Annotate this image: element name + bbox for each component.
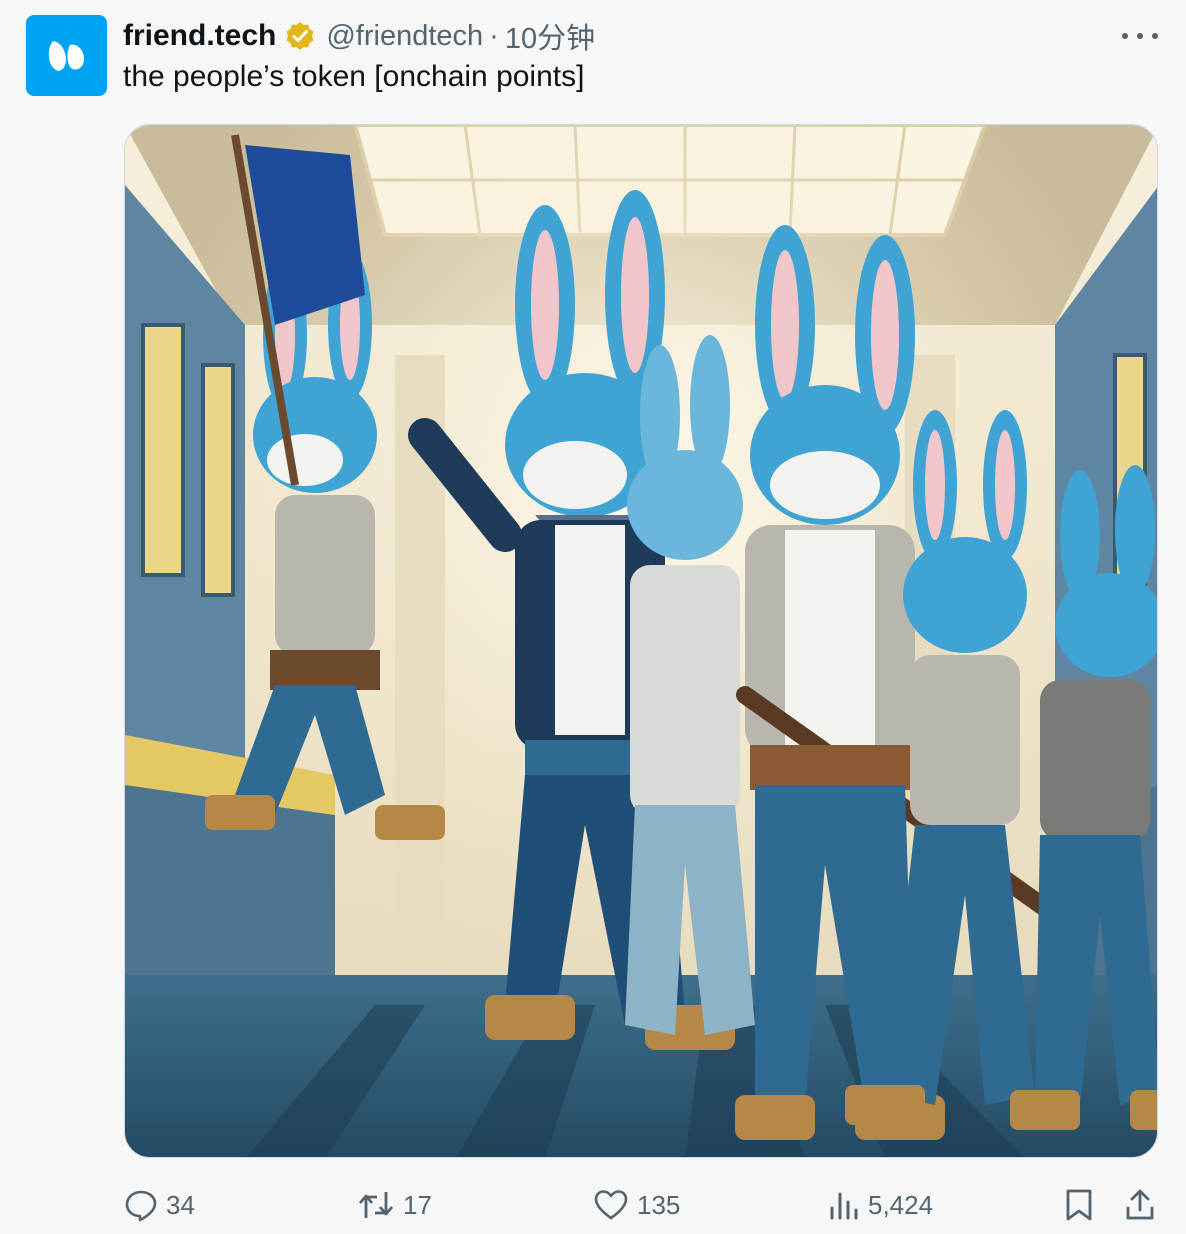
share-button[interactable] bbox=[1124, 1180, 1156, 1230]
heart-icon bbox=[594, 1190, 628, 1220]
tweet-image[interactable] bbox=[124, 124, 1158, 1158]
tweet-header: friend.tech @friendtech · 10分钟 bbox=[123, 16, 595, 56]
like-button[interactable]: 135 bbox=[593, 1180, 680, 1230]
view-count: 5,424 bbox=[868, 1189, 934, 1220]
tweet-timestamp[interactable]: 10分钟 bbox=[505, 15, 595, 57]
retweet-count: 17 bbox=[403, 1189, 432, 1220]
reply-button[interactable]: 34 bbox=[124, 1180, 195, 1230]
bookmark-icon bbox=[1066, 1189, 1092, 1221]
tweet-text: the people’s token [onchain points] bbox=[123, 60, 585, 93]
verified-badge-icon[interactable] bbox=[284, 20, 316, 52]
retweet-icon bbox=[358, 1192, 394, 1218]
reply-icon bbox=[125, 1190, 157, 1222]
tweet: friend.tech @friendtech · 10分钟 the peopl… bbox=[0, 0, 1186, 1234]
author-handle[interactable]: @friendtech bbox=[326, 20, 483, 53]
author-name[interactable]: friend.tech bbox=[123, 19, 276, 53]
retweet-button[interactable]: 17 bbox=[357, 1180, 432, 1230]
share-icon bbox=[1126, 1189, 1154, 1220]
views-button[interactable]: 5,424 bbox=[828, 1180, 933, 1230]
image-bank-heist-bunnies bbox=[125, 125, 1157, 1157]
more-options-icon[interactable] bbox=[1122, 22, 1158, 50]
action-bar: 34 17 135 5,424 bbox=[0, 1180, 1186, 1230]
bookmark-button[interactable] bbox=[1064, 1180, 1094, 1230]
reply-count: 34 bbox=[166, 1189, 195, 1220]
avatar[interactable] bbox=[26, 15, 107, 96]
like-count: 135 bbox=[637, 1189, 681, 1220]
separator-dot: · bbox=[489, 19, 499, 52]
friendtech-logo-icon bbox=[48, 41, 84, 71]
analytics-icon bbox=[830, 1192, 858, 1220]
